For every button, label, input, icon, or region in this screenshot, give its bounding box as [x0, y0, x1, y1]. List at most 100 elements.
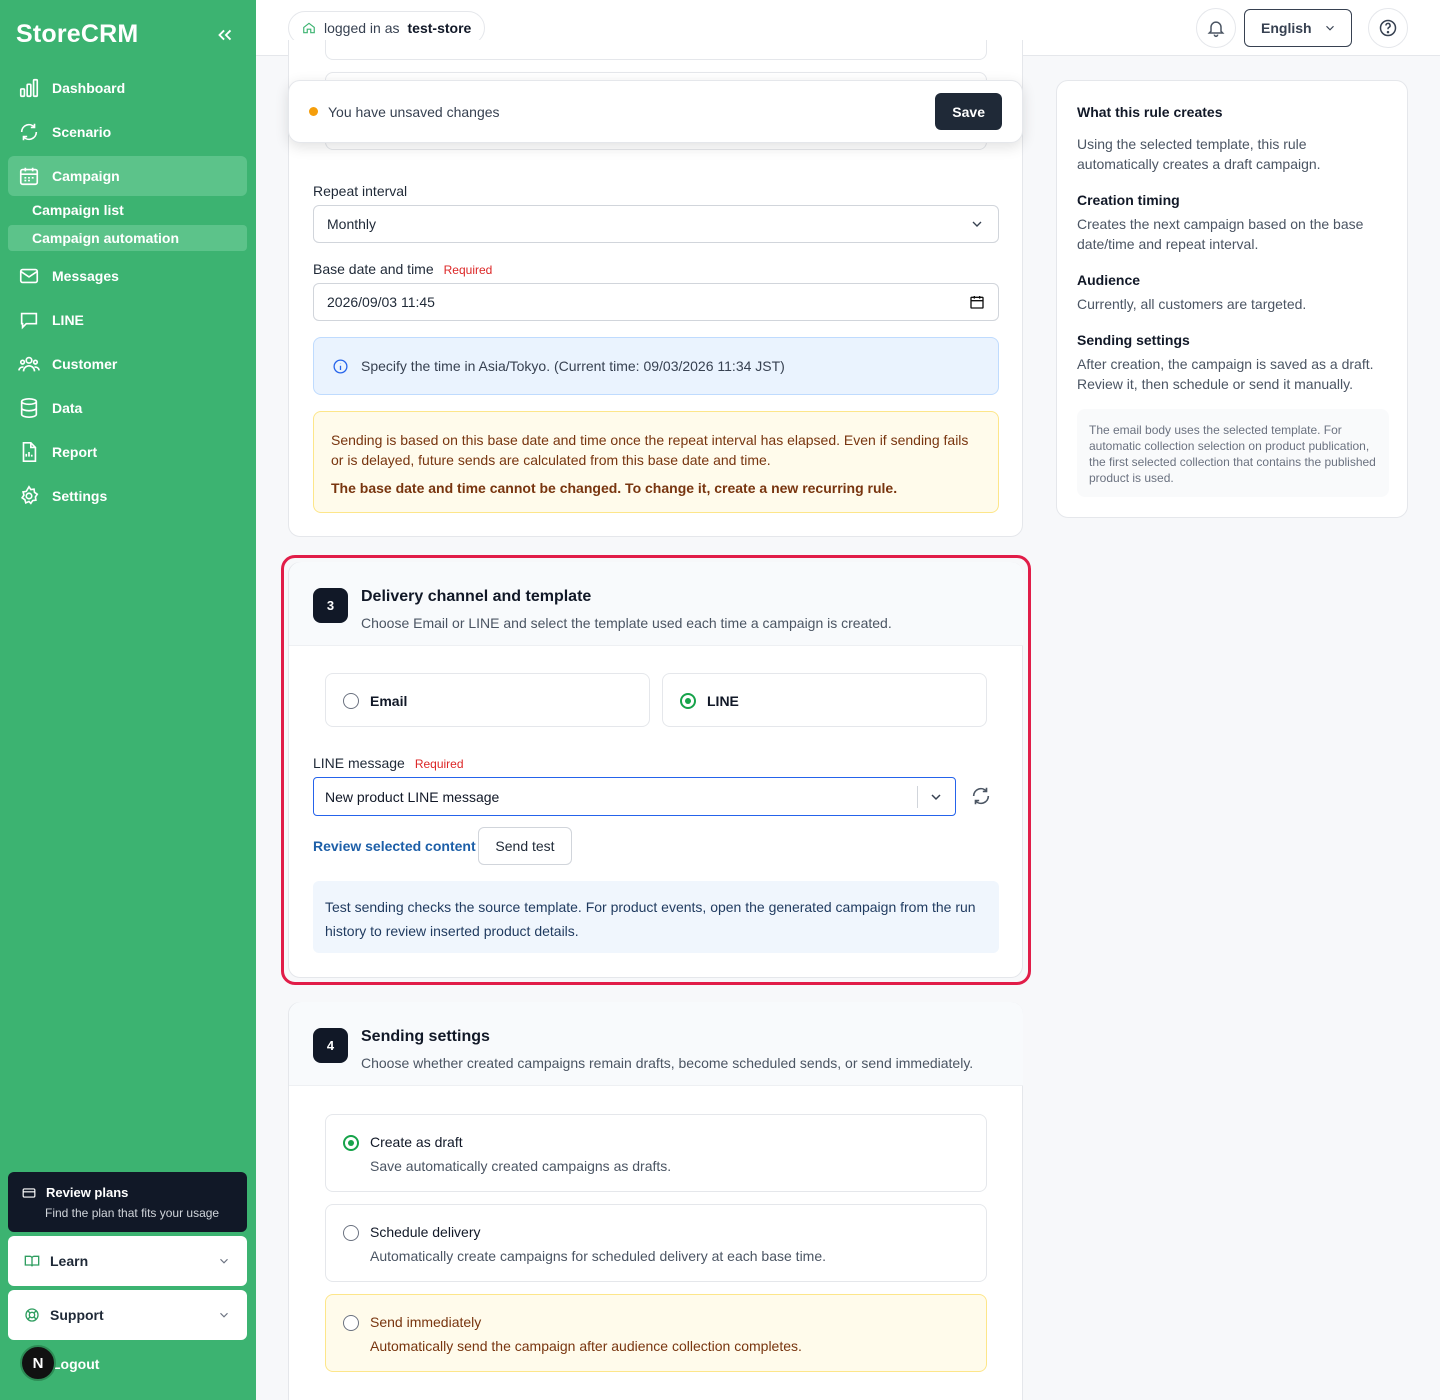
nav-campaign[interactable]: Campaign	[8, 156, 247, 196]
base-date-input[interactable]: 2026/09/03 11:45	[313, 283, 999, 321]
warning-dot	[309, 107, 318, 116]
timezone-info: Specify the time in Asia/Tokyo. (Current…	[313, 337, 999, 395]
nav-line-label: LINE	[52, 312, 84, 328]
logout-link[interactable]: Logout	[52, 1356, 99, 1372]
audience-text: Currently, all customers are targeted.	[1077, 296, 1307, 312]
step-number: 4	[313, 1028, 348, 1063]
nav-customer-label: Customer	[52, 356, 118, 372]
warning-emphasis: The base date and time cannot be changed…	[331, 480, 898, 496]
home-icon	[302, 21, 316, 35]
language-select[interactable]: English	[1244, 9, 1352, 47]
option-create-draft[interactable]: Create as draft Save automatically creat…	[325, 1114, 987, 1192]
nav-dashboard[interactable]: Dashboard	[8, 68, 247, 108]
chevron-down-icon	[1323, 21, 1337, 35]
nav-settings[interactable]: Settings	[8, 476, 247, 516]
database-icon	[18, 397, 40, 419]
required-badge: Required	[443, 263, 493, 277]
chevron-down-icon	[217, 1308, 231, 1322]
lifebuoy-icon	[24, 1307, 40, 1323]
unsaved-message: You have unsaved changes	[328, 103, 500, 120]
faded-field	[325, 40, 987, 60]
sending-text: After creation, the campaign is saved as…	[1077, 356, 1374, 392]
audience-title: Audience	[1077, 272, 1141, 288]
option-schedule-delivery[interactable]: Schedule delivery Automatically create c…	[325, 1204, 987, 1282]
nav-scenario[interactable]: Scenario	[8, 112, 247, 152]
learn-label: Learn	[50, 1253, 89, 1269]
cycle-icon	[18, 121, 40, 143]
nav-report-label: Report	[52, 444, 98, 460]
report-icon	[18, 441, 40, 463]
option-label: Send immediately	[370, 1314, 482, 1330]
sending-header: 4 Sending settings Choose whether create…	[289, 1002, 1023, 1086]
users-icon	[18, 353, 40, 375]
draft-radio[interactable]	[343, 1135, 359, 1151]
nav-campaign-label: Campaign	[52, 168, 120, 184]
language-value: English	[1261, 20, 1312, 36]
review-plans-card[interactable]: Review plans Find the plan that fits you…	[8, 1172, 247, 1232]
chevron-down-icon	[969, 216, 985, 232]
section-title: Sending settings	[361, 1028, 490, 1045]
timing-text: Creates the next campaign based on the b…	[1077, 216, 1364, 252]
nav-data[interactable]: Data	[8, 388, 247, 428]
option-send-immediately[interactable]: Send immediately Automatically send the …	[325, 1294, 987, 1372]
calendar-icon[interactable]	[969, 294, 985, 310]
base-date-label-text: Base date and time	[313, 261, 434, 277]
immediate-radio[interactable]	[343, 1315, 359, 1331]
nav-data-label: Data	[52, 400, 83, 416]
repeat-interval-select[interactable]: Monthly	[313, 205, 999, 243]
nav-messages-label: Messages	[52, 268, 119, 284]
highlight-frame	[281, 555, 1031, 985]
nav-settings-label: Settings	[52, 488, 108, 504]
support-dropdown[interactable]: Support	[8, 1290, 247, 1340]
sub-campaign-automation[interactable]: Campaign automation	[8, 225, 247, 251]
rule-summary-panel: What this rule creates Using the selecte…	[1056, 80, 1408, 518]
option-desc: Automatically send the campaign after au…	[370, 1338, 802, 1354]
save-button[interactable]: Save	[935, 93, 1002, 130]
nav-line[interactable]: LINE	[8, 300, 247, 340]
base-date-warning: Sending is based on this base date and t…	[313, 411, 999, 513]
repeat-interval-value: Monthly	[327, 216, 377, 232]
nav-customer[interactable]: Customer	[8, 344, 247, 384]
login-prefix: logged in as	[324, 20, 400, 36]
sub-campaign-list[interactable]: Campaign list	[8, 197, 247, 223]
calendar-icon	[18, 165, 40, 187]
repeat-interval-label: Repeat interval	[313, 183, 408, 199]
sending-title: Sending settings	[1077, 332, 1190, 348]
timing-title: Creation timing	[1077, 192, 1180, 208]
option-label: Create as draft	[370, 1134, 463, 1150]
summary-title: What this rule creates	[1077, 104, 1223, 120]
option-label: Schedule delivery	[370, 1224, 481, 1240]
book-icon	[24, 1253, 40, 1269]
sidebar: StoreCRM Dashboard Scenario Campaign Cam…	[0, 0, 256, 1400]
nav-dashboard-label: Dashboard	[52, 80, 126, 96]
summary-intro: Using the selected template, this rule a…	[1077, 136, 1321, 172]
nav-messages[interactable]: Messages	[8, 256, 247, 296]
learn-dropdown[interactable]: Learn	[8, 1236, 247, 1286]
template-note: The email body uses the selected templat…	[1077, 409, 1389, 497]
nav-report[interactable]: Report	[8, 432, 247, 472]
notifications-button[interactable]	[1196, 8, 1236, 48]
help-button[interactable]	[1368, 8, 1408, 48]
help-icon	[1378, 18, 1398, 38]
option-desc: Save automatically created campaigns as …	[370, 1158, 672, 1174]
collapse-sidebar-icon[interactable]	[214, 24, 236, 46]
chat-icon	[18, 309, 40, 331]
chevron-down-icon	[217, 1254, 231, 1268]
mail-icon	[18, 265, 40, 287]
brand-logo[interactable]: StoreCRM	[16, 20, 138, 49]
info-icon	[332, 358, 349, 375]
schedule-radio[interactable]	[343, 1225, 359, 1241]
base-date-value: 2026/09/03 11:45	[327, 294, 435, 310]
timezone-info-text: Specify the time in Asia/Tokyo. (Current…	[361, 358, 785, 374]
credit-card-icon	[22, 1186, 36, 1200]
review-plans-title: Review plans	[46, 1185, 129, 1200]
warning-text: Sending is based on this base date and t…	[331, 432, 969, 468]
section-subtitle: Choose whether created campaigns remain …	[361, 1055, 974, 1071]
bar-chart-icon	[18, 77, 40, 99]
review-plans-subtitle: Find the plan that fits your usage	[45, 1206, 220, 1220]
avatar[interactable]: N	[20, 1345, 56, 1381]
gear-icon	[18, 485, 40, 507]
store-name: test-store	[407, 20, 472, 36]
option-desc: Automatically create campaigns for sched…	[370, 1248, 827, 1264]
unsaved-changes-bar: You have unsaved changes Save	[288, 80, 1023, 143]
